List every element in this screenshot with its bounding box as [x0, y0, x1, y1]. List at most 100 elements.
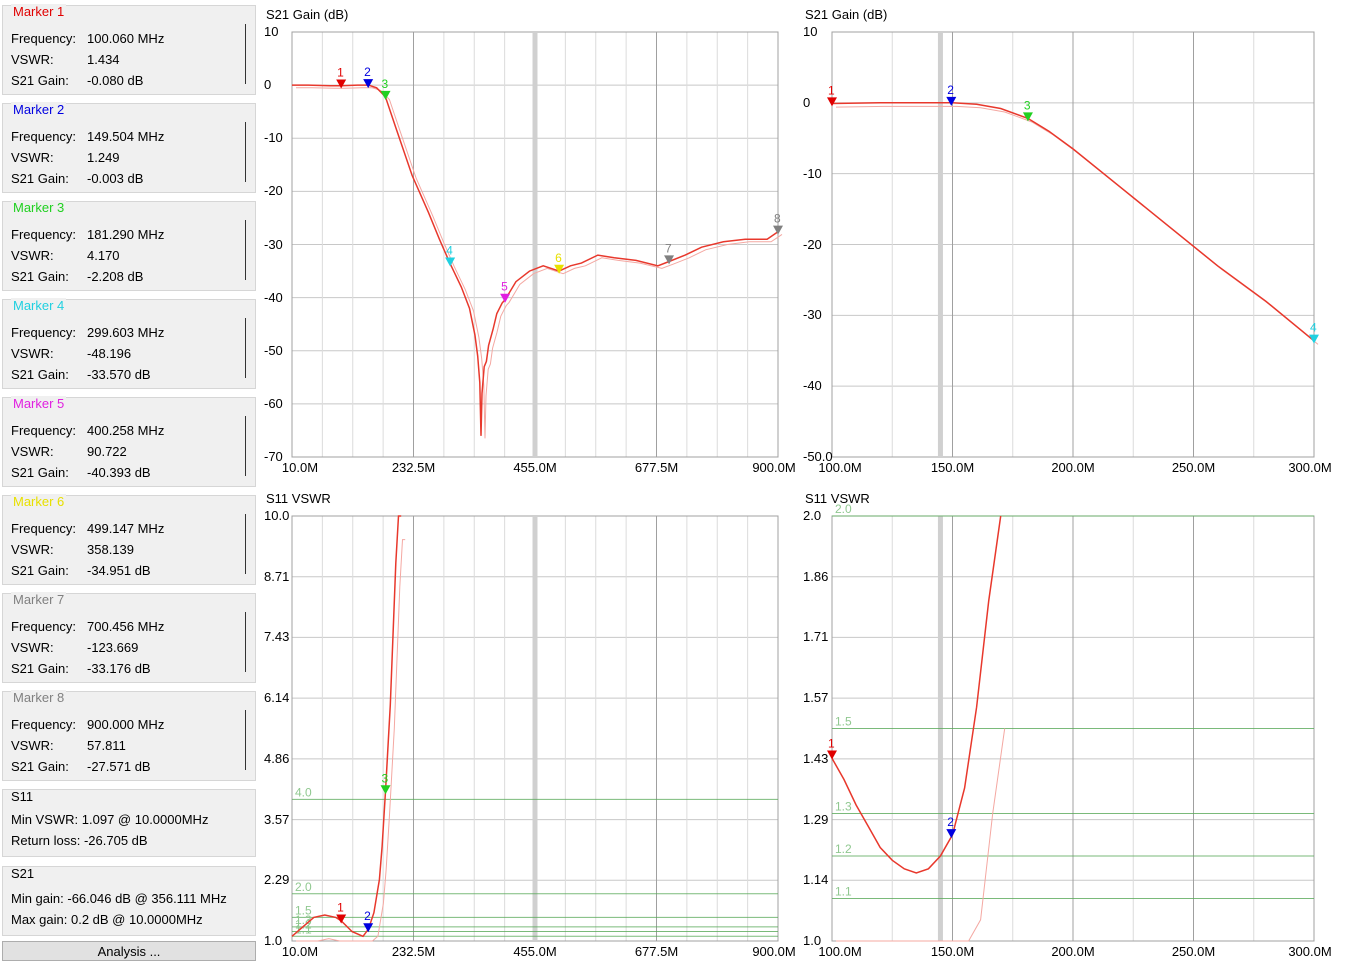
marker-divider: [245, 612, 246, 672]
marker-triangle-3: [380, 785, 391, 795]
marker-label-8: 8: [774, 212, 781, 226]
marker-divider: [245, 416, 246, 476]
chart-svg: 1 2 3 4: [827, 31, 1319, 458]
marker-vswr-label: VSWR:: [11, 542, 54, 557]
marker-label-5: 5: [501, 280, 508, 294]
marker-vswr-label: VSWR:: [11, 346, 54, 361]
marker-vswr-row: VSWR: -48.196: [11, 346, 131, 361]
marker-freq-value: 900.000 MHz: [87, 717, 165, 732]
marker-title: Marker 4: [11, 298, 67, 313]
y-tick-label: 1.57: [803, 690, 829, 706]
marker-vswr-row: VSWR: 358.139: [11, 542, 134, 557]
marker-title: Marker 7: [11, 592, 67, 607]
marker-label-4: 4: [446, 243, 453, 257]
x-tick-label: 232.5M: [391, 944, 436, 959]
marker-gain-row: S21 Gain: -33.570 dB: [11, 367, 151, 382]
marker-divider: [245, 318, 246, 378]
cursor-bar: [532, 516, 538, 941]
marker-vswr-value: 4.170: [87, 248, 120, 263]
x-tick-label: 200.0M: [1051, 944, 1095, 959]
y-tick-label: 10.0: [264, 508, 290, 523]
s21-max-gain: Max gain: 0.2 dB @ 10.0000MHz: [11, 912, 203, 927]
marker-vswr-label: VSWR:: [11, 640, 54, 655]
cursor-bar: [937, 32, 943, 457]
marker-gain-row: S21 Gain: -2.208 dB: [11, 269, 143, 284]
chart-panel-1[interactable]: S21 Gain (dB) 1 2 3 4 5 6 7 8 10 0 -10 -20 -30 -40 -50-…: [262, 2, 798, 482]
analysis-button[interactable]: Analysis ...: [2, 941, 256, 961]
y-tick-label: 8.71: [264, 568, 290, 584]
y-tick-label: -30: [264, 236, 283, 252]
y-tick-label: 0: [803, 94, 811, 110]
marker-box-4: Marker 4 Frequency: 299.603 MHz VSWR: -48.19…: [2, 298, 256, 389]
marker-divider: [245, 514, 246, 574]
y-tick-label: 1.86: [803, 568, 829, 584]
reference-trace: [835, 105, 1319, 345]
marker-triangle-5: [500, 293, 511, 303]
x-tick-label: 300.0M: [1288, 944, 1332, 959]
marker-vswr-value: 358.139: [87, 542, 134, 557]
s21-summary: S21 Min gain: -66.046 dB @ 356.111 MHz Max…: [2, 866, 256, 936]
y-tick-label: -10: [803, 165, 822, 181]
marker-box-3: Marker 3 Frequency: 181.290 MHz VSWR: 4.170 S…: [2, 200, 256, 291]
x-tick-label: 900.0M: [752, 460, 796, 475]
marker-title: Marker 3: [11, 200, 67, 215]
chart-panel-3[interactable]: S11 VSWR 4.0 2.0 1.5 1.3 1.2 1.1 1 2 3 10.0 8.71 7.4…: [262, 486, 798, 962]
marker-triangle-4: [1309, 334, 1319, 344]
marker-divider: [245, 220, 246, 280]
y-tick-label: -50: [264, 342, 283, 358]
x-tick-label: 10.0M: [281, 944, 319, 959]
y-tick-label: -20: [264, 183, 283, 199]
chart-svg: 2.0 1.5 1.3 1.2 1.1 1 2: [827, 502, 1315, 942]
marker-box-6: Marker 6 Frequency: 499.147 MHz VSWR: 358.13…: [2, 494, 256, 585]
chart-svg: 1 2345678: [291, 31, 783, 458]
marker-freq-label: Frequency:: [11, 423, 77, 438]
marker-gain-label: S21 Gain:: [11, 759, 69, 774]
y-tick-label: 2.0: [803, 508, 822, 523]
y-tick-label: 10: [264, 24, 279, 39]
marker-gain-row: S21 Gain: -33.176 dB: [11, 661, 151, 676]
marker-vswr-row: VSWR: 1.249: [11, 150, 120, 165]
marker-box-5: Marker 5 Frequency: 400.258 MHz VSWR: 90.722…: [2, 396, 256, 487]
marker-gain-label: S21 Gain:: [11, 171, 69, 186]
chart-panel-2[interactable]: S21 Gain (dB) 1 2 3 4 10 0 -10 -20 -30 -40 -50.0 100…: [801, 2, 1335, 482]
marker-vswr-row: VSWR: 1.434: [11, 52, 120, 67]
x-tick-label: 677.5M: [634, 944, 679, 959]
marker-triangle-8: [773, 225, 783, 235]
marker-label-2: 2: [364, 65, 371, 79]
x-tick-label: 250.0M: [1171, 944, 1216, 959]
marker-triangle-2: [946, 829, 957, 839]
marker-box-1: Marker 1 Frequency: 100.060 MHz VSWR: 1.434 S…: [2, 4, 256, 95]
marker-title: Marker 2: [11, 102, 67, 117]
y-tick-label: 2.29: [264, 872, 290, 888]
marker-vswr-row: VSWR: 4.170: [11, 248, 120, 263]
chart-svg: 4.02.01.51.31.21.1123: [291, 515, 779, 942]
chart-panel-4[interactable]: S11 VSWR 2.0 1.5 1.3 1.2 1.1 1 2 2.0 1.86 1.71 1.57…: [801, 486, 1335, 962]
marker-triangle-2: [946, 96, 957, 106]
vswr-ref-label: 1.3: [835, 800, 852, 814]
marker-gain-value: -33.570 dB: [87, 367, 151, 382]
x-tick-label: 300.0M: [1288, 460, 1332, 475]
marker-gain-label: S21 Gain:: [11, 563, 69, 578]
marker-vswr-value: -123.669: [87, 640, 139, 655]
marker-freq-value: 499.147 MHz: [87, 521, 165, 536]
marker-freq-row: Frequency: 181.290 MHz: [11, 227, 164, 242]
marker-label-4: 4: [1310, 321, 1317, 335]
marker-freq-row: Frequency: 100.060 MHz: [11, 31, 164, 46]
marker-label-3: 3: [382, 771, 389, 785]
marker-freq-row: Frequency: 149.504 MHz: [11, 129, 164, 144]
y-tick-label: 10: [803, 24, 818, 39]
reference-trace: [296, 87, 783, 439]
vswr-ref-label: 1.2: [835, 842, 852, 856]
s21-min-gain: Min gain: -66.046 dB @ 356.111 MHz: [11, 891, 227, 906]
y-tick-label: 1.29: [803, 811, 829, 827]
marker-freq-label: Frequency:: [11, 325, 77, 340]
s11-min-vswr: Min VSWR: 1.097 @ 10.0000MHz: [11, 812, 209, 827]
marker-vswr-row: VSWR: 57.811: [11, 738, 126, 753]
marker-label-6: 6: [555, 251, 562, 265]
y-tick-label: 7.43: [264, 629, 290, 645]
reference-trace: [836, 728, 1006, 942]
y-tick-label: 3.57: [264, 811, 290, 827]
x-tick-label: 455.0M: [513, 944, 557, 959]
marker-box-2: Marker 2 Frequency: 149.504 MHz VSWR: 1.249 S…: [2, 102, 256, 193]
s11-summary: S11 Min VSWR: 1.097 @ 10.0000MHz Return lo…: [2, 789, 256, 857]
